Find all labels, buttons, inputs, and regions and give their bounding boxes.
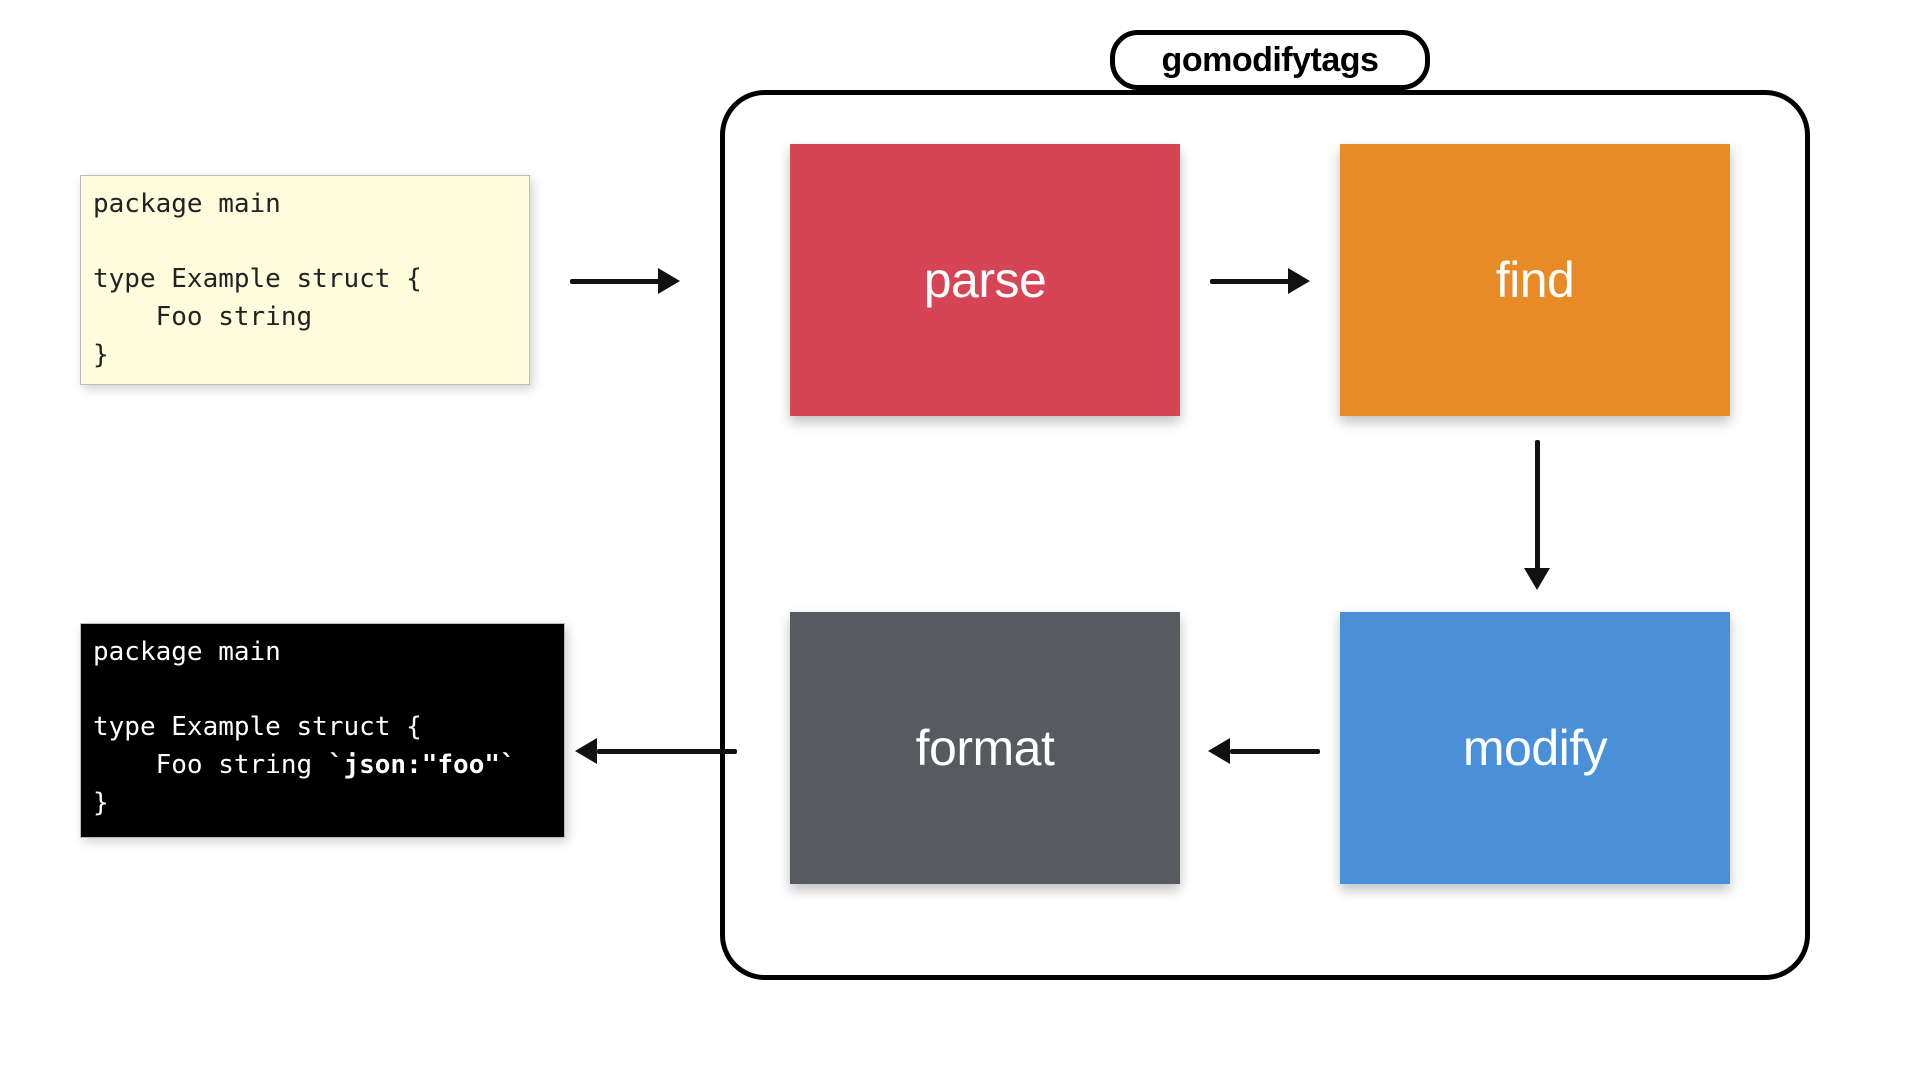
stage-find-label: find	[1496, 251, 1575, 309]
arrow-parse-to-find	[1210, 268, 1310, 294]
arrow-head-icon	[658, 268, 680, 294]
arrow-shaft	[1210, 279, 1290, 284]
stage-format: format	[790, 612, 1180, 884]
arrow-head-icon	[575, 738, 597, 764]
arrow-shaft	[570, 279, 660, 284]
output-code-block: package main type Example struct { Foo s…	[80, 623, 565, 838]
output-code-tag: `json:"foo"`	[328, 750, 516, 780]
arrow-shaft	[1230, 749, 1320, 754]
stage-parse-label: parse	[924, 251, 1047, 309]
arrow-input-to-parse	[570, 268, 680, 294]
input-code-text: package main type Example struct { Foo s…	[93, 189, 422, 370]
stage-modify-label: modify	[1463, 719, 1607, 777]
arrow-format-to-output	[575, 738, 737, 764]
arrow-modify-to-format	[1208, 738, 1320, 764]
stage-format-label: format	[916, 719, 1055, 777]
pipeline-title: gomodifytags	[1110, 30, 1430, 90]
output-code-post: }	[93, 788, 109, 818]
pipeline-title-text: gomodifytags	[1162, 41, 1379, 80]
arrow-find-to-modify	[1524, 440, 1550, 590]
arrow-head-icon	[1208, 738, 1230, 764]
arrow-head-icon	[1524, 568, 1550, 590]
arrow-shaft	[597, 749, 737, 754]
stage-find: find	[1340, 144, 1730, 416]
diagram-canvas: package main type Example struct { Foo s…	[0, 0, 1920, 1080]
arrow-shaft	[1535, 440, 1540, 570]
arrow-head-icon	[1288, 268, 1310, 294]
stage-parse: parse	[790, 144, 1180, 416]
input-code-block: package main type Example struct { Foo s…	[80, 175, 530, 385]
stage-modify: modify	[1340, 612, 1730, 884]
